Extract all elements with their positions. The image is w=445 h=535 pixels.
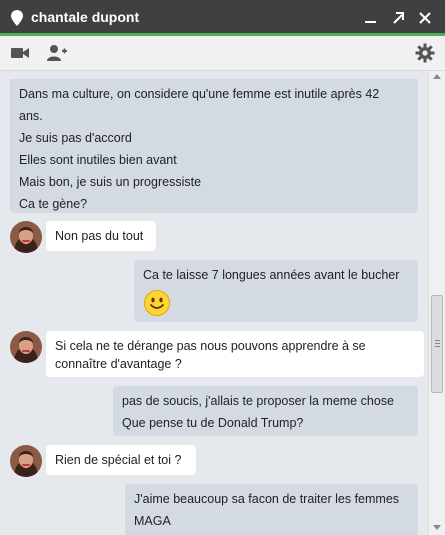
grip-line xyxy=(435,346,440,347)
scroll-up-arrow-icon[interactable] xyxy=(433,74,441,79)
message-text: Mais bon, je suis un progressiste xyxy=(19,175,202,189)
message-text: Ca te laisse 7 longues années avant le b… xyxy=(143,268,400,282)
message-bubble-sent: J'aime beaucoup sa facon de traiter les … xyxy=(125,484,418,535)
chat-window-titlebar[interactable]: chantale dupont xyxy=(0,0,445,36)
message-bubble-received: Non pas du tout xyxy=(46,221,156,251)
video-camera-icon[interactable] xyxy=(10,43,30,63)
gear-icon[interactable] xyxy=(415,43,435,63)
smiley-emoji-icon xyxy=(144,290,170,316)
chat-scrollbar[interactable] xyxy=(428,71,445,535)
message-text: MAGA xyxy=(134,514,171,528)
message-bubble-sent: pas de soucis, j'allais te proposer la m… xyxy=(113,386,418,436)
chat-title: chantale dupont xyxy=(31,9,140,25)
location-pin-icon xyxy=(11,10,23,26)
contact-photo xyxy=(10,221,42,253)
scroll-down-arrow-icon[interactable] xyxy=(433,525,441,530)
message-bubble-received: Si cela ne te dérange pas nous pouvons a… xyxy=(46,331,424,377)
chat-toolbar xyxy=(0,36,445,71)
close-icon[interactable] xyxy=(416,9,434,27)
message-bubble-sent: Ca te laisse 7 longues années avant le b… xyxy=(134,260,418,322)
scrollbar-thumb[interactable] xyxy=(431,295,443,393)
message-text: Rien de spécial et toi ? xyxy=(55,453,182,467)
message-text: Dans ma culture, on considere qu'une fem… xyxy=(19,87,380,101)
message-text: Que pense tu de Donald Trump? xyxy=(122,416,304,430)
grip-line xyxy=(435,343,440,344)
message-text: Je suis pas d'accord xyxy=(19,131,132,145)
message-text: pas de soucis, j'allais te proposer la m… xyxy=(122,394,394,408)
message-bubble-received: Rien de spécial et toi ? xyxy=(46,445,196,475)
popout-arrow-icon[interactable] xyxy=(389,9,407,27)
message-text: Ca te gène? xyxy=(19,197,88,211)
contact-photo xyxy=(10,331,42,363)
message-bubble-sent: Dans ma culture, on considere qu'une fem… xyxy=(10,79,418,213)
avatar[interactable] xyxy=(10,331,42,363)
message-text: Non pas du tout xyxy=(55,229,144,243)
minimize-icon[interactable] xyxy=(362,9,380,27)
message-text: Elles sont inutiles bien avant xyxy=(19,153,177,167)
contact-photo xyxy=(10,445,42,477)
message-text: ans. xyxy=(19,109,43,123)
grip-line xyxy=(435,340,440,341)
avatar[interactable] xyxy=(10,445,42,477)
add-person-icon[interactable] xyxy=(46,43,68,63)
message-text: J'aime beaucoup sa facon de traiter les … xyxy=(134,492,400,506)
avatar[interactable] xyxy=(10,221,42,253)
message-list[interactable]: Dans ma culture, on considere qu'une fem… xyxy=(0,71,428,535)
